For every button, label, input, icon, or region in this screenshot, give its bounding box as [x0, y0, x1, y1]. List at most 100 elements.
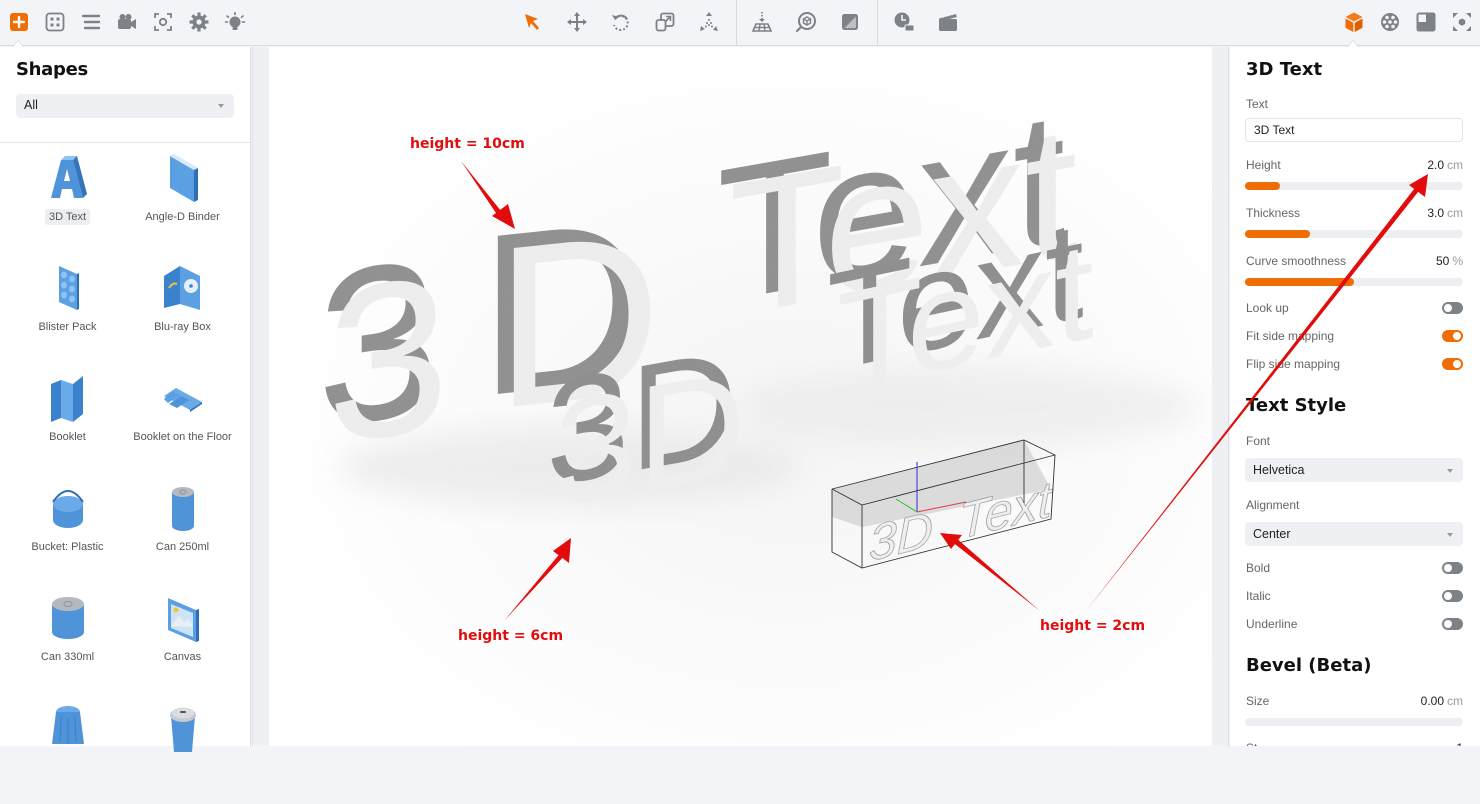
bucket-icon [52, 490, 84, 528]
toolbar-divider [736, 0, 737, 46]
toggle-label-fit-side-mapping: Fit side mapping [1246, 329, 1335, 343]
blister-pack-icon [59, 266, 79, 310]
shape-item[interactable]: Blister Pack [10, 254, 125, 364]
slider-fill [1245, 230, 1311, 238]
3d-viewport[interactable]: 3 3 D D Text Text 3D 3D Text Text 3D Tex… [269, 47, 1212, 746]
value-unit: cm [1447, 158, 1463, 172]
bevel-size-slider[interactable] [1245, 718, 1463, 726]
shape-category-value: All [24, 98, 38, 112]
layers-list-icon[interactable] [79, 10, 103, 34]
font-select-value: Helvetica [1253, 463, 1305, 477]
shape-label: Canvas [163, 651, 202, 663]
font-select[interactable]: Helvetica [1245, 458, 1463, 482]
look-up-toggle[interactable] [1442, 302, 1463, 314]
shape-item[interactable]: Bucket: Plastic [10, 474, 125, 584]
object-cube-icon[interactable] [1342, 10, 1366, 34]
shape-item[interactable]: Can 250ml [125, 474, 240, 584]
drop-to-floor-icon[interactable] [750, 10, 774, 34]
thickness-slider[interactable] [1245, 230, 1463, 238]
focus-capture-icon[interactable] [151, 10, 175, 34]
shape-item[interactable]: Canvas [125, 584, 240, 694]
text-field-label: Text [1246, 97, 1269, 111]
properties-panel: 3D Text Text Height 2.0cm Thickness 3.0c… [1230, 47, 1480, 746]
text-input[interactable] [1245, 118, 1463, 142]
select-arrow-icon[interactable] [521, 10, 545, 34]
shape-label: Blister Pack [38, 321, 97, 333]
explode-icon[interactable] [697, 10, 721, 34]
fit-side-mapping-toggle[interactable] [1442, 330, 1463, 342]
toggle-knob [1453, 360, 1461, 368]
animation-timer-icon[interactable] [892, 10, 916, 34]
bluray-box-icon [164, 266, 200, 310]
shape-label: Angle-D Binder [145, 211, 220, 223]
fullscreen-icon[interactable] [1450, 10, 1474, 34]
section-title: 3D Text [1246, 59, 1323, 80]
canvas-icon [168, 598, 199, 642]
slider-fill [1245, 278, 1354, 286]
shape-item[interactable]: Can 330ml [10, 584, 125, 694]
clapperboard-icon[interactable] [936, 10, 960, 34]
value-unit: cm [1447, 694, 1463, 708]
toggle-knob [1453, 332, 1461, 340]
toggle-knob [1444, 564, 1452, 572]
chevron-down-icon [1447, 533, 1453, 537]
value-unit: cm [1447, 206, 1463, 220]
value-unit: % [1452, 254, 1463, 268]
rotate-icon[interactable] [609, 10, 633, 34]
underline-toggle[interactable] [1442, 618, 1463, 630]
shape-label: Can 250ml [155, 541, 210, 553]
toggle-label-flip-side-mapping: Flip side mapping [1246, 357, 1341, 371]
slider-value-thickness: 3.0 cm [1427, 206, 1463, 220]
value-number: 3.0 [1427, 206, 1444, 220]
toggle-knob [1444, 592, 1452, 600]
italic-toggle[interactable] [1442, 590, 1463, 602]
shape-item[interactable]: Booklet on the Floor [125, 364, 240, 474]
bevel-size-label: Size [1246, 694, 1270, 708]
material-icon[interactable] [838, 10, 862, 34]
booklet-icon [51, 376, 83, 422]
scale-icon[interactable] [653, 10, 677, 34]
toggle-label-italic: Italic [1246, 589, 1271, 603]
height-slider[interactable] [1245, 182, 1463, 190]
can-250-icon [172, 487, 194, 531]
texture-ball-icon[interactable] [1378, 10, 1402, 34]
slider-fill [1245, 182, 1280, 190]
move-icon[interactable] [565, 10, 589, 34]
bold-toggle[interactable] [1442, 562, 1463, 574]
shape-category-select[interactable]: All [16, 94, 234, 118]
shape-item[interactable]: Angle-D Binder [125, 144, 240, 254]
grid-layout-icon[interactable] [43, 10, 67, 34]
frame-icon[interactable] [1414, 10, 1438, 34]
bevel-title: Bevel (Beta) [1246, 655, 1372, 676]
text-object-2cm-selected[interactable]: 3D Text [831, 439, 1056, 573]
inspect-object-icon[interactable] [794, 10, 818, 34]
slider-value-curve-smoothness: 50% [1436, 254, 1463, 268]
value-number: 2.0 [1427, 158, 1444, 172]
panel-title: Shapes [16, 59, 88, 80]
bevel-next-value: 1 [1456, 741, 1463, 746]
add-shape-icon[interactable] [7, 10, 31, 34]
shape-item[interactable]: Blu-ray Box [125, 254, 240, 364]
scene: 3 3 D D Text Text 3D 3D Text Text 3D Tex… [317, 69, 1199, 573]
shape-label: Booklet on the Floor [133, 431, 232, 443]
active-tab-caret [12, 40, 24, 47]
can-330-icon [52, 597, 84, 639]
top-toolbar [0, 0, 1480, 47]
shape-item[interactable]: Booklet [10, 364, 125, 474]
alignment-label: Alignment [1246, 498, 1300, 512]
light-bulb-icon[interactable] [223, 10, 247, 34]
shape-label: 3D Text [44, 209, 91, 225]
toggle-label-underline: Underline [1246, 617, 1298, 631]
shapes-panel: Shapes All 3D Text Angle-D Binder Bliste… [0, 47, 251, 752]
bevel-next-label: St [1246, 741, 1257, 746]
camera-icon[interactable] [115, 10, 139, 34]
shape-item[interactable]: 3D Text [10, 144, 125, 254]
alignment-select[interactable]: Center [1245, 522, 1463, 546]
gear-icon[interactable] [187, 10, 211, 34]
shape-item[interactable] [10, 694, 125, 804]
slider-label-thickness: Thickness [1246, 206, 1301, 220]
curve-smoothness-slider[interactable] [1245, 278, 1463, 286]
flip-side-mapping-toggle[interactable] [1442, 358, 1463, 370]
booklet-floor-icon [164, 388, 202, 412]
shape-item[interactable] [125, 694, 240, 804]
